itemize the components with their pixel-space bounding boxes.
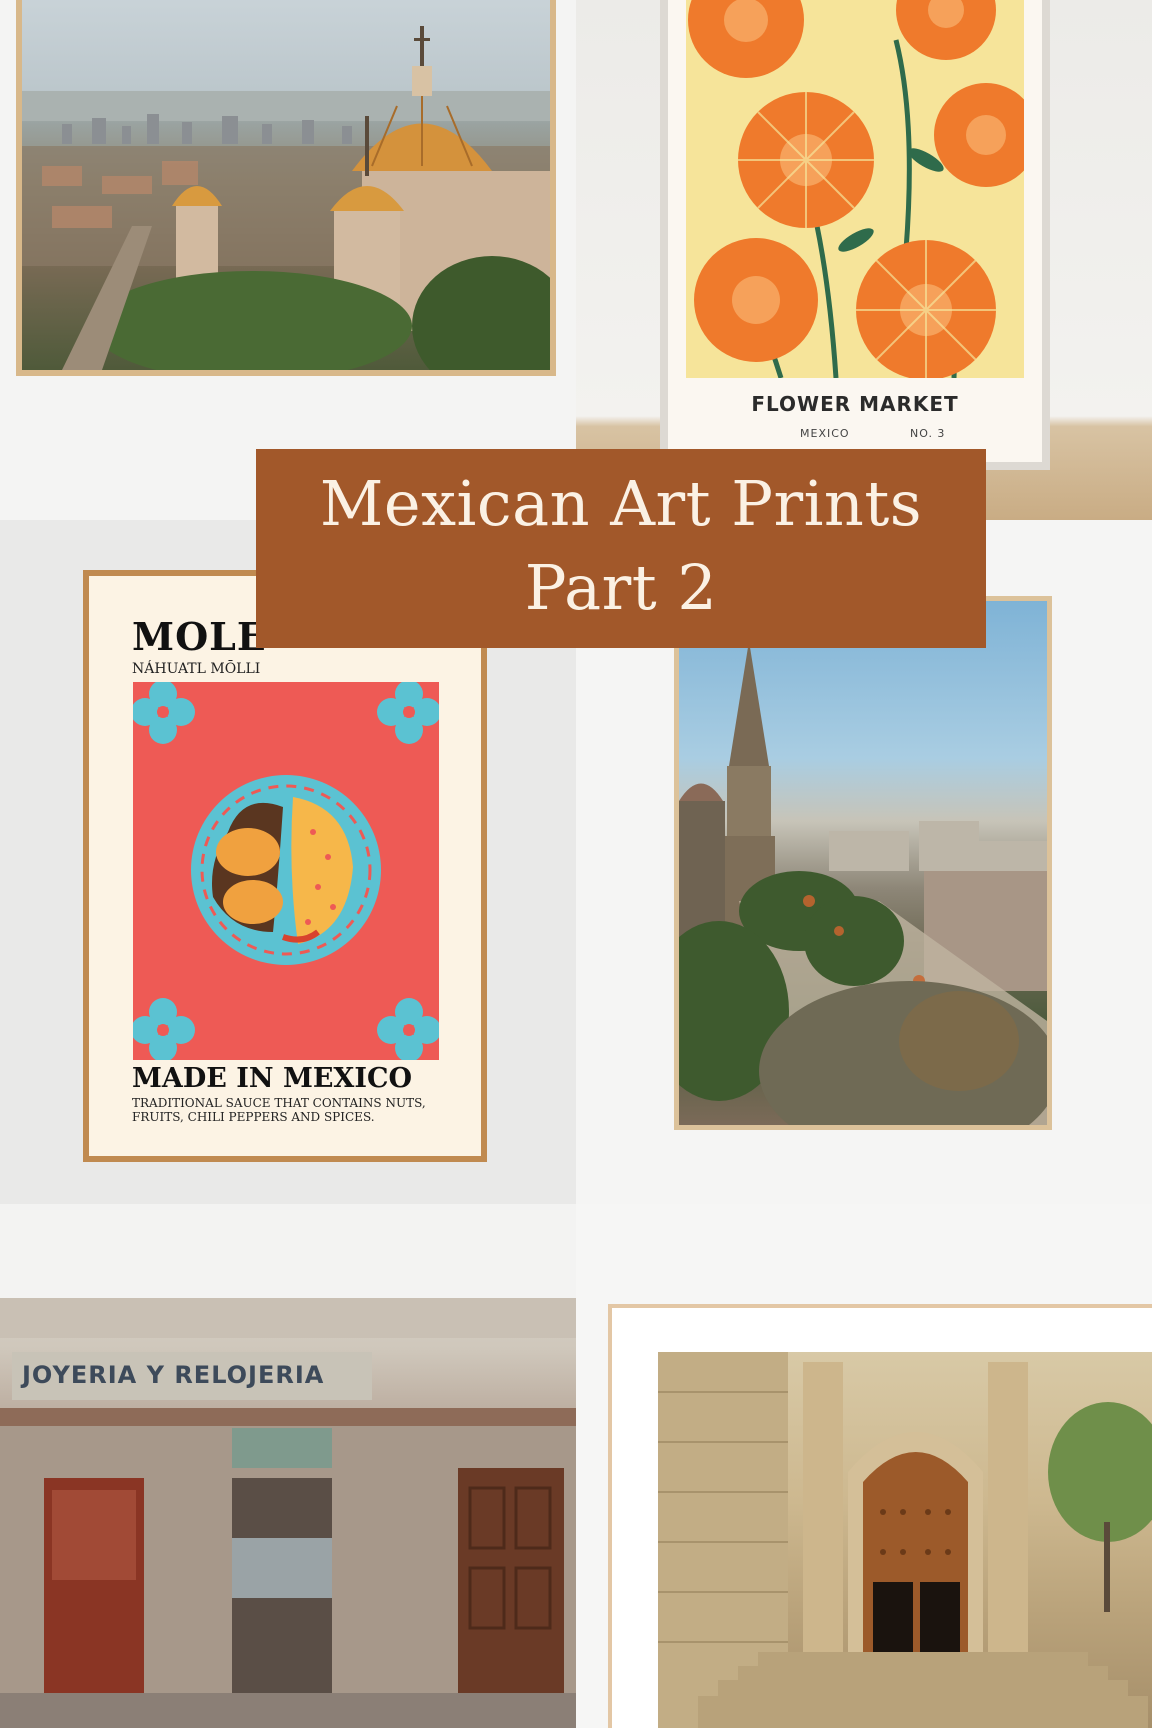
church-door-photo	[658, 1352, 1152, 1728]
cityscape-illustration	[22, 26, 550, 370]
flower-poster-title: FLOWER MARKET	[751, 392, 959, 416]
banner-subtitle: Part 2	[524, 551, 718, 624]
mole-poster-description: TRADITIONAL SAUCE THAT CONTAINS NUTS, FR…	[132, 1096, 426, 1124]
mole-poster-subtitle: NÁHUATL MŌLLI	[132, 661, 261, 677]
flower-poster-place: MEXICO	[800, 427, 850, 440]
cityscape-print-tile[interactable]	[0, 0, 576, 520]
facade-print-tile[interactable]: JOYERIA Y RELOJERIA	[0, 1204, 576, 1728]
marigold-flowers-illustration	[688, 0, 1024, 378]
cathedral-illustration	[679, 641, 1047, 1125]
mole-poster-made-in: MADE IN MEXICO	[132, 1063, 412, 1094]
flower-market-print-tile[interactable]: FLOWER MARKET MEXICO NO. 3	[576, 0, 1152, 520]
flower-poster-number: NO. 3	[910, 427, 946, 440]
flower-poster-art	[686, 0, 1024, 378]
church-door-print-tile[interactable]	[576, 1204, 1152, 1728]
facade-sign-text: JOYERIA Y RELOJERIA	[22, 1361, 325, 1389]
banner-title: Mexican Art Prints	[319, 467, 923, 540]
cathedral-photo	[679, 601, 1047, 1125]
mole-poster-art	[133, 682, 439, 1060]
title-banner: Mexican Art Prints Part 2	[256, 449, 986, 648]
cityscape-photo	[22, 0, 550, 370]
church-door-illustration	[658, 1352, 1152, 1728]
mole-poster-title: MOLE	[132, 614, 267, 659]
mole-plate-illustration	[133, 682, 439, 1060]
